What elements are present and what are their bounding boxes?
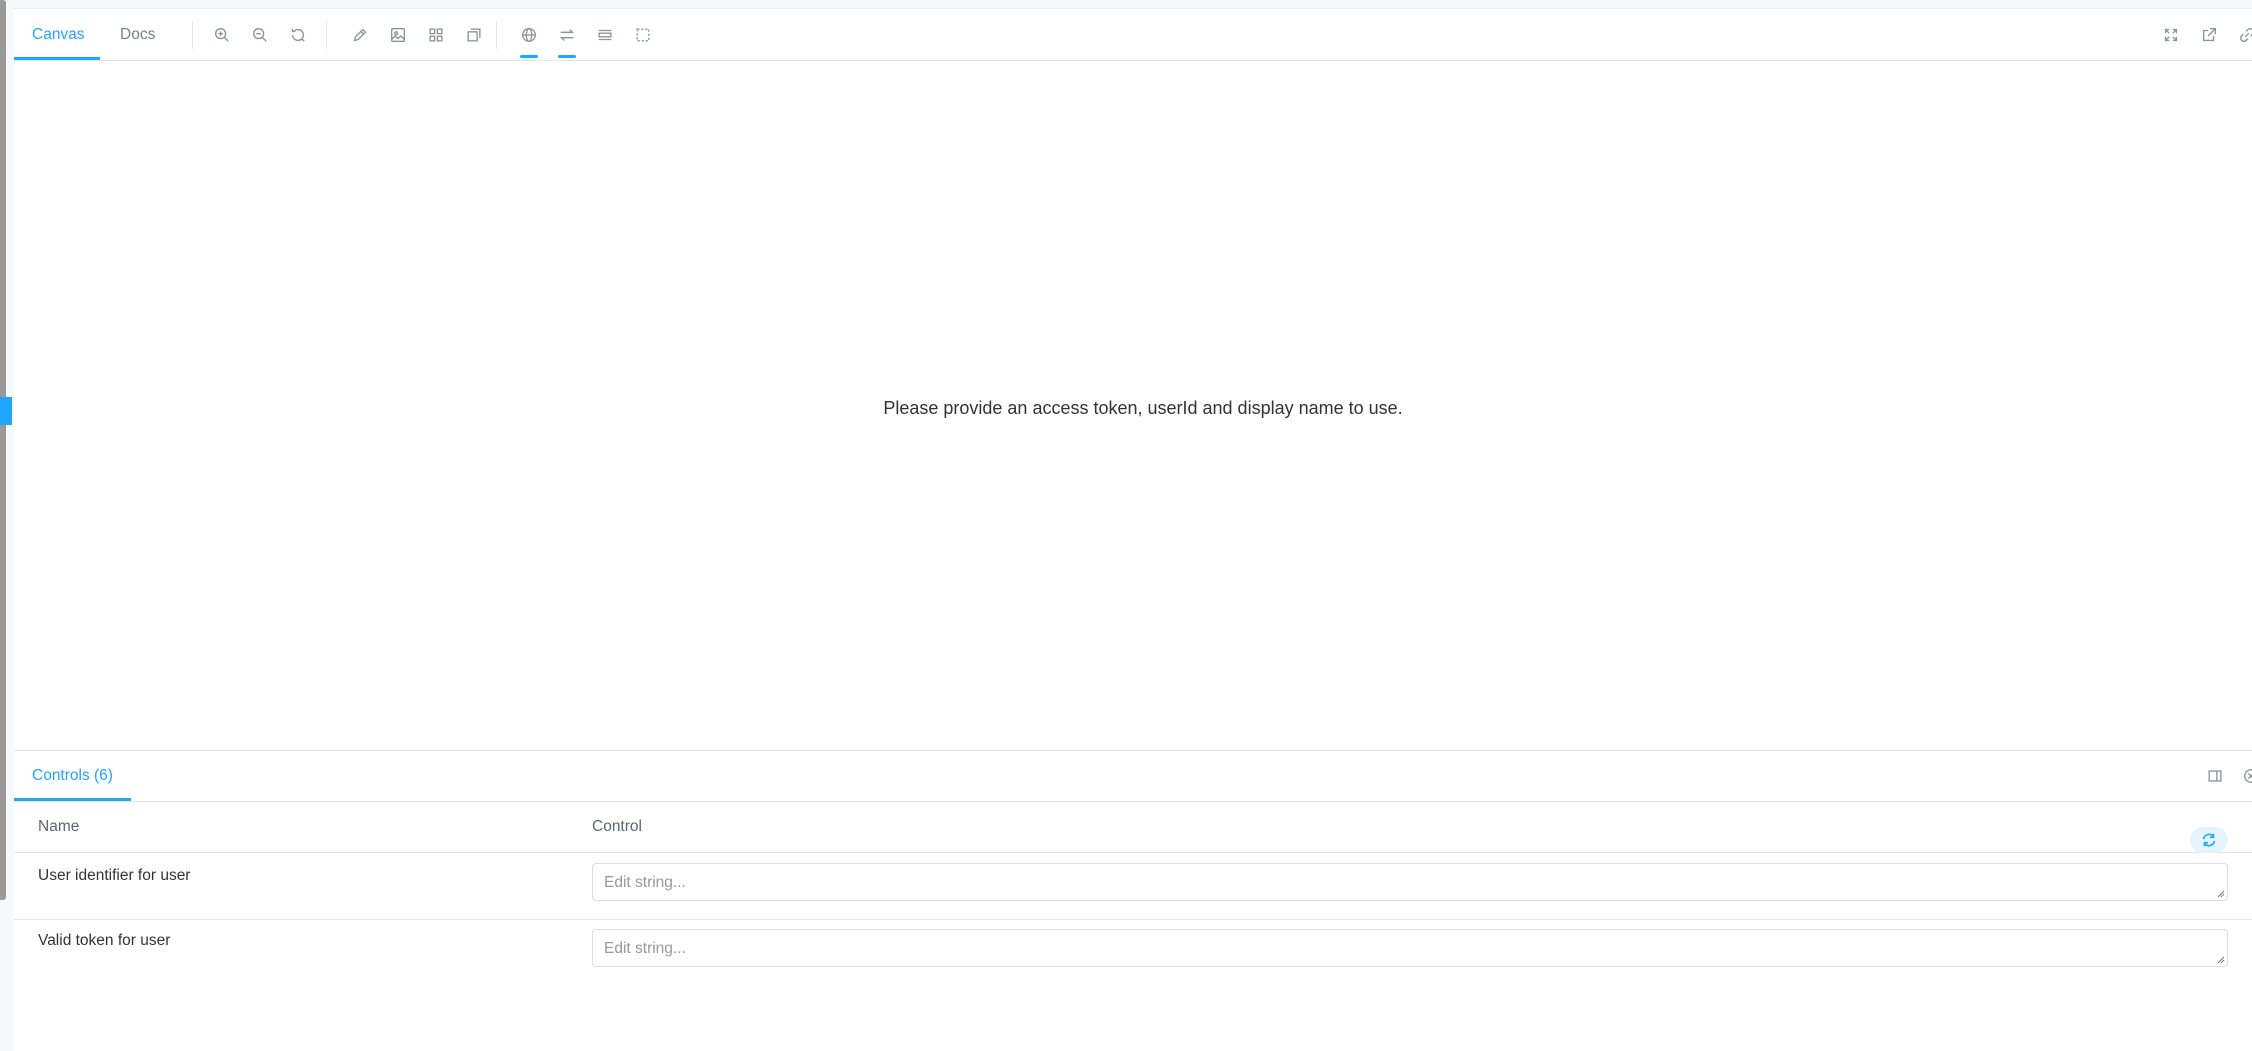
toolbar: Canvas Docs [14,9,2252,61]
transfer-icon [559,29,575,41]
viewport-button[interactable] [590,20,620,50]
toolbar-divider [326,21,327,49]
table-row: Valid token for user Edit string... [14,920,2252,986]
open-new-tab-button[interactable] [2194,20,2224,50]
dashed-box-icon [636,28,650,42]
zoom-out-button[interactable] [245,20,275,50]
addons-panel: Controls (6) Name Control User identifie… [14,750,2252,1051]
grid-button[interactable] [421,20,451,50]
direction-button[interactable] [552,20,582,58]
table-row: User identifier for user Edit string... [14,853,2252,920]
close-circle-icon [2244,769,2252,783]
pencil-icon [353,28,367,42]
fullscreen-button[interactable] [2156,20,2186,50]
reset-zoom-button[interactable] [283,20,313,50]
controls-header-row: Name Control [14,802,2252,853]
resize-grip-icon[interactable] [2217,890,2225,898]
outline-button[interactable] [459,20,489,50]
globe-icon [522,28,536,42]
canvas-message: Please provide an access token, userId a… [883,398,1403,418]
zoom-in-button[interactable] [207,20,237,50]
zoom-in-icon [215,28,229,42]
sidebar-resize-handle[interactable] [0,397,12,425]
tab-controls[interactable]: Controls (6) [14,751,131,801]
panel-right-icon [2208,770,2222,782]
select-area-button[interactable] [628,20,658,50]
preview-panel: Canvas Docs Please provide an access tok… [14,8,2252,1051]
background-button[interactable] [383,20,413,50]
token-input[interactable]: Edit string... [592,929,2228,967]
copy-link-button[interactable] [2232,20,2252,50]
reset-controls-button[interactable] [2190,827,2228,853]
toolbar-divider [496,21,497,49]
addons-tabbar: Controls (6) [14,751,2252,802]
user-id-input[interactable]: Edit string... [592,863,2228,901]
external-link-icon [2202,28,2216,42]
zoom-out-icon [253,28,267,42]
image-icon [391,28,405,42]
grid-icon [429,28,443,42]
toolbar-divider [192,21,193,49]
reset-zoom-icon [291,28,305,42]
refresh-icon [2202,833,2216,847]
row-label: User identifier for user [38,867,191,884]
close-panel-button[interactable] [2236,761,2252,791]
toggle-orientation-button[interactable] [2200,761,2230,791]
canvas-area: Please provide an access token, userId a… [14,60,2252,757]
viewport-icon [598,29,612,41]
locale-button[interactable] [514,20,544,58]
tab-canvas[interactable]: Canvas [14,9,100,60]
resize-grip-icon[interactable] [2217,956,2225,964]
input-placeholder: Edit string... [604,874,686,891]
tab-docs[interactable]: Docs [120,9,155,60]
input-placeholder: Edit string... [604,940,686,957]
expand-icon [2164,28,2178,42]
left-scrollbar[interactable] [0,0,6,900]
column-header-name: Name [38,818,80,835]
measure-button[interactable] [345,20,375,50]
column-header-control: Control [592,818,642,835]
link-icon [2240,28,2252,42]
row-label: Valid token for user [38,932,171,949]
outline-icon [467,28,481,42]
